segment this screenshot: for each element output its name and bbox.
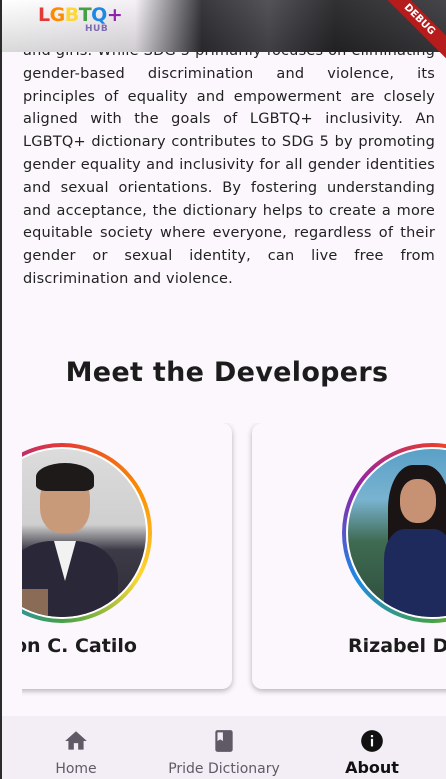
logo-subtitle: HUB: [85, 24, 109, 34]
developer-card[interactable]: on C. Catilo: [22, 423, 232, 689]
nav-item-pride-dictionary[interactable]: Pride Dictionary: [150, 716, 298, 779]
nav-label-about: About: [345, 758, 399, 777]
logo-letter: T: [78, 4, 92, 26]
nav-label-pride-dictionary: Pride Dictionary: [168, 761, 280, 777]
developer-name: on C. Catilo: [22, 635, 137, 657]
app-screen: LGBTQ+ HUB and girls. While SDG 5 primar…: [2, 0, 446, 779]
app-header: LGBTQ+ HUB: [2, 0, 446, 52]
developer-name: Rizabel D: [348, 635, 446, 657]
logo-letter: Q: [91, 4, 107, 26]
developer-carousel[interactable]: on C. Catilo Rizabel D: [22, 423, 446, 698]
nav-label-home: Home: [55, 761, 97, 777]
developer-avatar: [342, 443, 446, 623]
bottom-navigation: Home Pride Dictionary About: [2, 716, 446, 779]
info-icon: [361, 730, 383, 752]
logo-letter: L: [38, 4, 50, 26]
home-icon: [65, 731, 87, 750]
developer-card[interactable]: Rizabel D: [252, 423, 446, 689]
developers-title: Meet the Developers: [65, 357, 389, 388]
sdg-paragraph: and girls. While SDG 5 primarily focuses…: [23, 43, 435, 287]
nav-item-about[interactable]: About: [298, 716, 446, 779]
logo-letter: +: [106, 4, 123, 26]
developer-avatar: [22, 443, 152, 623]
app-logo: LGBTQ+ HUB: [38, 4, 138, 36]
logo-letter: G: [49, 4, 66, 26]
logo-letter: B: [64, 4, 79, 26]
nav-item-home[interactable]: Home: [2, 716, 150, 779]
book-icon: [215, 730, 233, 752]
